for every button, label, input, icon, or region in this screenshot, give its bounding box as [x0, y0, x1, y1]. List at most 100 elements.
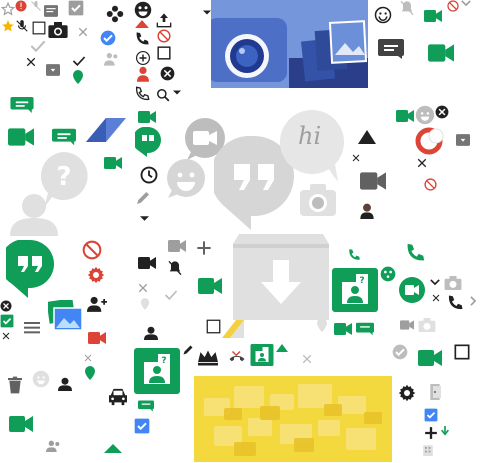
close-icon [84, 354, 92, 362]
camera-icon [48, 22, 68, 38]
checkbox-blank-icon [32, 21, 46, 35]
close-icon [352, 154, 360, 162]
video-icon [8, 128, 34, 146]
triangle-up-icon [104, 444, 122, 453]
location-pin-icon [84, 366, 96, 380]
camera-icon [418, 318, 436, 332]
block-red-icon [82, 240, 102, 260]
check-circle-grey-icon [392, 344, 408, 360]
car-icon [107, 388, 129, 406]
emoji-green-icon [380, 266, 396, 282]
checkbox-blank-icon [157, 46, 171, 60]
star-outline-icon [1, 2, 15, 16]
close-icon [78, 27, 88, 37]
smiley-icon [134, 1, 152, 19]
video-icon [360, 172, 386, 190]
blue-triangle-icon [86, 118, 126, 142]
video-icon [418, 350, 442, 366]
video-call-icon [428, 44, 454, 62]
chevron-down-icon [461, 0, 471, 6]
chevron-down-icon [430, 279, 440, 285]
smiley-grey-icon [32, 370, 50, 388]
close-icon [26, 57, 36, 67]
archive-icon [456, 134, 470, 146]
settings-icon [87, 266, 105, 284]
hangouts-green-logo [6, 240, 54, 298]
block-red-icon [447, 0, 459, 12]
message-icon [44, 5, 58, 17]
close-circle-icon [160, 66, 175, 81]
trash-icon [8, 376, 22, 394]
clock-icon [140, 166, 158, 184]
check-icon [164, 290, 178, 300]
notifications-off-icon [399, 0, 415, 16]
pencil-icon [182, 344, 194, 356]
crown-icon [198, 350, 218, 366]
svg-text:?: ? [56, 162, 71, 192]
add-circle-icon [136, 51, 150, 65]
close-icon [302, 354, 312, 364]
add-icon [196, 240, 212, 256]
check-icon [72, 56, 86, 66]
check-icon [30, 40, 46, 52]
checkbox-blank-icon [206, 319, 221, 334]
checkbox-checked-icon [0, 314, 14, 328]
phone-icon [446, 294, 464, 312]
yellow-corner-icon [222, 320, 244, 338]
location-pin-icon [72, 70, 84, 84]
hangouts-logo-icon [135, 127, 161, 157]
emoji-bubble-icon [166, 158, 206, 198]
checkbox-blank-icon [454, 344, 470, 360]
mic-off-icon-2 [15, 19, 29, 33]
video-icon [138, 110, 156, 124]
missed-call-icon [228, 350, 246, 362]
hi-bubble-text: hi [298, 122, 322, 150]
block-icon [157, 29, 171, 43]
chat-bubble-icon [378, 39, 404, 59]
video-icon [334, 323, 352, 335]
video-icon [424, 10, 442, 22]
avatar-card-icon: ? [134, 348, 180, 394]
check-circle-icon [100, 30, 116, 46]
person-brown-icon [360, 203, 374, 219]
settings-icon [398, 384, 416, 402]
triangle-icon [135, 20, 149, 28]
block-red-icon [424, 178, 437, 191]
video-red-icon [88, 332, 106, 344]
close-icon [417, 158, 427, 168]
phone-green-icon [404, 242, 426, 264]
svg-text:?: ? [161, 356, 166, 366]
chat-bubble-green-icon [52, 128, 76, 146]
notifications-off-icon [167, 260, 183, 276]
video-icon [8, 416, 34, 432]
search-icon [156, 88, 170, 102]
camera-icon [444, 276, 462, 290]
arrow-down-green-icon [440, 426, 450, 436]
add-icon [424, 426, 438, 440]
video-icon [198, 278, 222, 294]
mic-off-icon [30, 0, 42, 12]
video-circle-icon [398, 276, 426, 304]
yellow-chat-banner [194, 376, 392, 462]
group-icon [104, 52, 120, 66]
flower-icon [106, 5, 124, 23]
chevron-down-icon [203, 10, 211, 15]
location-pin-icon [316, 318, 328, 332]
video-icon [168, 240, 186, 252]
video-icon [400, 320, 414, 330]
avatar-help-card-icon: ? [332, 268, 378, 312]
chat-bubble-green-icon [356, 322, 374, 336]
phone-icon [134, 31, 150, 47]
chat-bubble-green-icon [138, 400, 154, 412]
pencil-icon [135, 190, 151, 206]
photos-icon [48, 300, 82, 332]
building-icon [422, 444, 434, 456]
person-red-icon [137, 66, 149, 82]
chat-bubble-green-icon [10, 97, 34, 113]
chevron-right-icon [470, 296, 476, 306]
phone-outline-icon [134, 86, 150, 102]
star-filled-icon [1, 19, 15, 33]
smiley-grey-icon [415, 105, 435, 125]
camera-bubble-icon [298, 182, 338, 218]
exit-icon [430, 384, 444, 400]
